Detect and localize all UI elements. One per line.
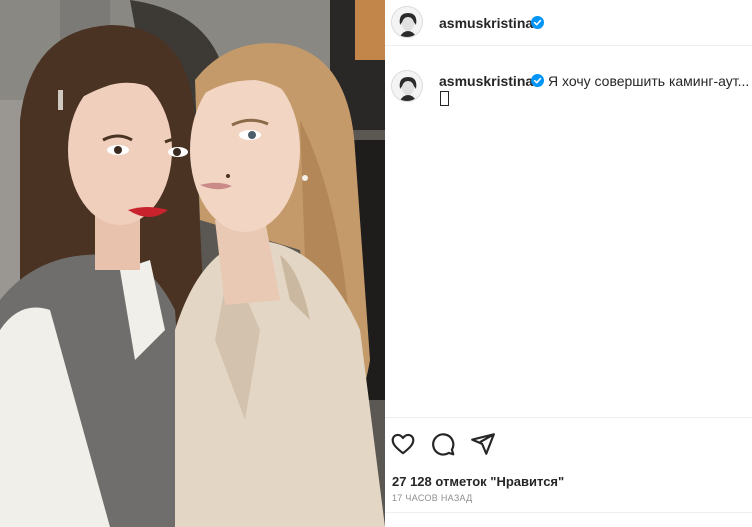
selfie-image xyxy=(0,0,385,527)
avatar-image xyxy=(392,7,422,37)
comment-icon[interactable] xyxy=(430,431,456,457)
post-timestamp[interactable]: 17 ЧАСОВ НАЗАД xyxy=(392,493,473,503)
post-photo[interactable] xyxy=(0,0,385,527)
caption: asmuskristina Я хочу совершить каминг-ау… xyxy=(385,64,752,114)
divider xyxy=(385,512,752,513)
avatar[interactable] xyxy=(391,6,423,38)
verified-badge-icon xyxy=(531,16,544,29)
share-icon[interactable] xyxy=(470,431,496,457)
heart-icon[interactable] xyxy=(390,431,416,457)
avatar-image xyxy=(392,71,422,101)
likes-count[interactable]: 27 128 отметок "Нравится" xyxy=(392,474,564,489)
caption-avatar[interactable] xyxy=(391,70,423,102)
divider xyxy=(385,417,752,418)
emoji-glyph-icon: emoji-glyph xyxy=(440,91,449,106)
header-username[interactable]: asmuskristina xyxy=(439,15,533,31)
verified-badge-icon xyxy=(531,74,544,87)
post-header: asmuskristina xyxy=(385,0,752,46)
caption-username[interactable]: asmuskristina xyxy=(439,73,533,89)
caption-text: Я хочу совершить каминг-аут... xyxy=(548,73,748,89)
post-side-panel: asmuskristina asmuskristina Я хочу совер… xyxy=(385,0,752,527)
